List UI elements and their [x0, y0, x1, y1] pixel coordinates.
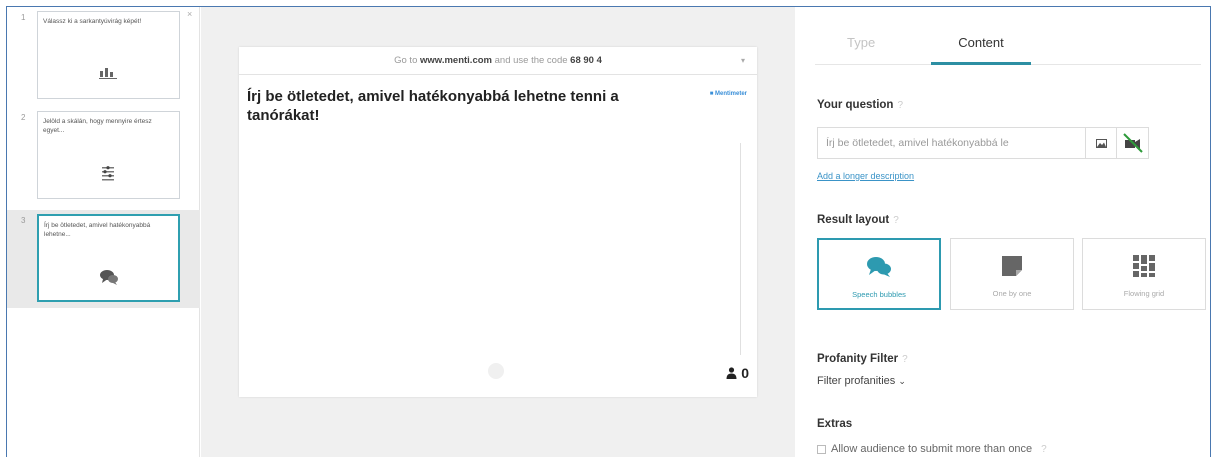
- video-button[interactable]: [1117, 127, 1149, 159]
- slide-number: 1: [21, 13, 26, 22]
- layout-label: Flowing grid: [1123, 289, 1165, 298]
- preview-question: Írj be ötletedet, amivel hatékonyabbá le…: [247, 88, 619, 124]
- slide-thumbnail[interactable]: Válassz ki a sarkantyúvirág képét!: [37, 11, 180, 99]
- profanity-value: Filter profanities: [817, 375, 896, 387]
- extras-multiple-submit[interactable]: Allow audience to submit more than once …: [817, 443, 1047, 455]
- brand-name: Mentimeter: [714, 91, 747, 97]
- layout-one-by-one[interactable]: One by one: [950, 238, 1074, 310]
- pager-dot[interactable]: [488, 363, 504, 379]
- slide-title: Válassz ki a sarkantyúvirág képét!: [43, 18, 142, 25]
- layout-flowing-grid[interactable]: Flowing grid: [1082, 238, 1206, 310]
- result-layout-label: Result layout?: [817, 214, 899, 226]
- chevron-down-icon[interactable]: ▾: [741, 47, 745, 75]
- slide-number: 2: [21, 113, 26, 122]
- close-icon[interactable]: ×: [187, 9, 192, 19]
- slide-title: Írj be ötletedet, amivel hatékonyabbá le…: [44, 222, 151, 238]
- bar-chart-icon: [96, 64, 120, 82]
- slide-thumbnail[interactable]: Írj be ötletedet, amivel hatékonyabbá le…: [37, 214, 180, 302]
- code-prefix: Go to: [394, 55, 418, 66]
- slide-row-2[interactable]: 2 Jelöld a skálán, hogy mennyire értesz …: [7, 107, 200, 205]
- question-input[interactable]: Írj be ötletedet, amivel hatékonyabbá le: [817, 127, 1085, 159]
- tab-type[interactable]: Type: [847, 35, 875, 50]
- code-url: www.menti.com: [420, 55, 492, 66]
- settings-panel: Type Content Your question? Írj be ötlet…: [795, 7, 1210, 457]
- question-label: Your question?: [817, 99, 904, 111]
- video-off-icon: [1122, 133, 1143, 153]
- app-frame: 1 Válassz ki a sarkantyúvirág képét! × 2…: [6, 6, 1211, 457]
- layout-label: Speech bubbles: [852, 290, 906, 299]
- help-icon: ?: [902, 354, 908, 365]
- code-value: 68 90 4: [570, 55, 602, 66]
- tab-bar: Type Content: [815, 25, 1201, 65]
- code-middle: and use the code: [494, 55, 568, 66]
- scales-icon: [96, 164, 120, 182]
- help-icon: ?: [1041, 443, 1047, 455]
- add-description-link[interactable]: Add a longer description: [817, 171, 914, 181]
- profanity-dropdown[interactable]: Filter profanities ⌄: [817, 375, 906, 387]
- brand-logo: ■ Mentimeter: [709, 91, 747, 97]
- speech-bubbles-icon: [97, 268, 121, 286]
- slide-title: Jelöld a skálán, hogy mennyire értesz eg…: [43, 118, 152, 134]
- slide-list: 1 Válassz ki a sarkantyúvirág képét! × 2…: [7, 7, 200, 457]
- slide-row-3[interactable]: 3 Írj be ötletedet, amivel hatékonyabbá …: [7, 210, 200, 308]
- image-button[interactable]: [1085, 127, 1117, 159]
- slide-thumbnail[interactable]: Jelöld a skálán, hogy mennyire értesz eg…: [37, 111, 180, 199]
- extras-label: Extras: [817, 418, 853, 430]
- checkbox-label: Allow audience to submit more than once: [831, 443, 1033, 455]
- grid-icon: [1083, 239, 1205, 277]
- profanity-label: Profanity Filter?: [817, 353, 908, 365]
- scrollbar[interactable]: [740, 143, 741, 355]
- slide-number: 3: [21, 216, 26, 225]
- join-code-bar: Go to www.menti.com and use the code 68 …: [239, 47, 757, 75]
- slide-row-1[interactable]: 1 Válassz ki a sarkantyúvirág képét! ×: [7, 7, 200, 105]
- image-icon: [1095, 138, 1107, 148]
- audience-count-value: 0: [741, 365, 749, 381]
- person-icon: [726, 367, 737, 379]
- help-icon: ?: [897, 100, 904, 111]
- tab-content[interactable]: Content: [931, 35, 1031, 65]
- preview-area: Go to www.menti.com and use the code 68 …: [201, 7, 795, 457]
- layout-speech-bubbles[interactable]: Speech bubbles: [817, 238, 941, 310]
- slide-preview[interactable]: Go to www.menti.com and use the code 68 …: [239, 47, 757, 397]
- note-icon: [951, 239, 1073, 277]
- speech-bubbles-icon: [819, 240, 939, 278]
- layout-label: One by one: [992, 289, 1032, 298]
- help-icon: ?: [893, 215, 899, 226]
- checkbox[interactable]: [817, 444, 826, 454]
- audience-count: 0: [726, 365, 749, 381]
- chevron-down-icon: ⌄: [898, 376, 906, 386]
